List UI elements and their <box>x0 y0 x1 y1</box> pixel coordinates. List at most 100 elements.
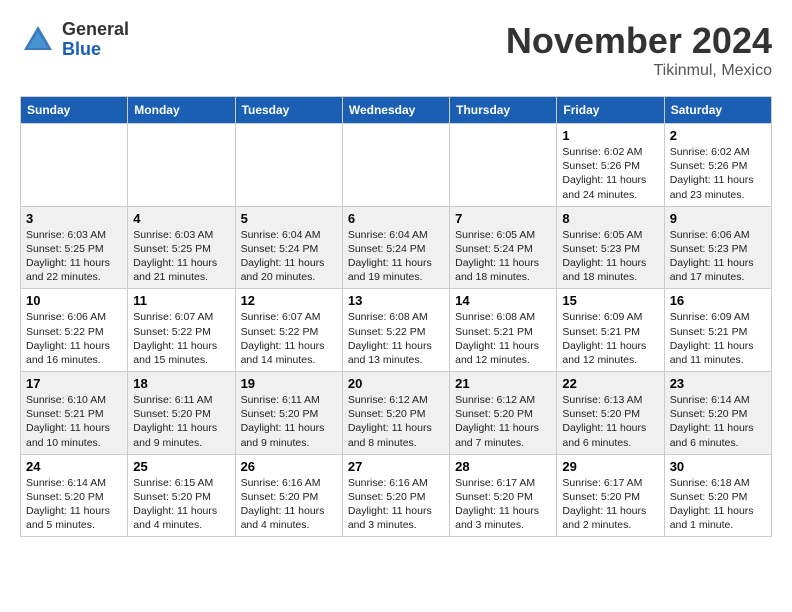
day-number: 3 <box>26 211 122 226</box>
day-number: 30 <box>670 459 766 474</box>
calendar-day-cell: 10 Sunrise: 6:06 AM Sunset: 5:22 PM Dayli… <box>21 289 128 372</box>
day-info: Sunrise: 6:10 AM Sunset: 5:21 PM Dayligh… <box>26 393 122 450</box>
day-info: Sunrise: 6:02 AM Sunset: 5:26 PM Dayligh… <box>670 145 766 202</box>
day-number: 10 <box>26 293 122 308</box>
day-info: Sunrise: 6:02 AM Sunset: 5:26 PM Dayligh… <box>562 145 658 202</box>
day-number: 23 <box>670 376 766 391</box>
weekday-header: Sunday <box>21 97 128 124</box>
day-number: 5 <box>241 211 337 226</box>
day-number: 22 <box>562 376 658 391</box>
day-number: 9 <box>670 211 766 226</box>
day-number: 6 <box>348 211 444 226</box>
day-info: Sunrise: 6:16 AM Sunset: 5:20 PM Dayligh… <box>348 476 444 533</box>
calendar-day-cell: 7 Sunrise: 6:05 AM Sunset: 5:24 PM Daylig… <box>450 206 557 289</box>
day-info: Sunrise: 6:18 AM Sunset: 5:20 PM Dayligh… <box>670 476 766 533</box>
day-info: Sunrise: 6:03 AM Sunset: 5:25 PM Dayligh… <box>133 228 229 285</box>
logo-general: General <box>62 20 129 40</box>
calendar-table: SundayMondayTuesdayWednesdayThursdayFrid… <box>20 96 772 537</box>
day-number: 7 <box>455 211 551 226</box>
day-info: Sunrise: 6:11 AM Sunset: 5:20 PM Dayligh… <box>133 393 229 450</box>
calendar-day-cell <box>235 124 342 207</box>
calendar-day-cell: 13 Sunrise: 6:08 AM Sunset: 5:22 PM Dayli… <box>342 289 449 372</box>
calendar-day-cell: 22Sunrise: 6:13 AM Sunset: 5:20 PM Dayli… <box>557 372 664 455</box>
calendar-day-cell: 12Sunrise: 6:07 AM Sunset: 5:22 PM Dayli… <box>235 289 342 372</box>
day-info: Sunrise: 6:12 AM Sunset: 5:20 PM Dayligh… <box>455 393 551 450</box>
weekday-header: Thursday <box>450 97 557 124</box>
day-number: 16 <box>670 293 766 308</box>
day-number: 21 <box>455 376 551 391</box>
day-number: 2 <box>670 128 766 143</box>
calendar-week-row: 1 Sunrise: 6:02 AM Sunset: 5:26 PM Daylig… <box>21 124 772 207</box>
day-info: Sunrise: 6:17 AM Sunset: 5:20 PM Dayligh… <box>562 476 658 533</box>
calendar-day-cell: 9 Sunrise: 6:06 AM Sunset: 5:23 PM Daylig… <box>664 206 771 289</box>
day-number: 13 <box>348 293 444 308</box>
day-info: Sunrise: 6:12 AM Sunset: 5:20 PM Dayligh… <box>348 393 444 450</box>
calendar-day-cell <box>128 124 235 207</box>
calendar-day-cell <box>450 124 557 207</box>
weekday-header: Tuesday <box>235 97 342 124</box>
logo-text: General Blue <box>62 20 129 60</box>
calendar-day-cell: 24Sunrise: 6:14 AM Sunset: 5:20 PM Dayli… <box>21 454 128 537</box>
weekday-header: Wednesday <box>342 97 449 124</box>
day-info: Sunrise: 6:16 AM Sunset: 5:20 PM Dayligh… <box>241 476 337 533</box>
calendar-day-cell: 23 Sunrise: 6:14 AM Sunset: 5:20 PM Dayli… <box>664 372 771 455</box>
calendar-day-cell <box>342 124 449 207</box>
calendar-day-cell: 8 Sunrise: 6:05 AM Sunset: 5:23 PM Daylig… <box>557 206 664 289</box>
day-number: 14 <box>455 293 551 308</box>
calendar-day-cell: 20 Sunrise: 6:12 AM Sunset: 5:20 PM Dayli… <box>342 372 449 455</box>
day-number: 1 <box>562 128 658 143</box>
calendar-day-cell: 29 Sunrise: 6:17 AM Sunset: 5:20 PM Dayli… <box>557 454 664 537</box>
day-info: Sunrise: 6:14 AM Sunset: 5:20 PM Dayligh… <box>26 476 122 533</box>
calendar-day-cell: 25Sunrise: 6:15 AM Sunset: 5:20 PM Dayli… <box>128 454 235 537</box>
calendar-week-row: 24Sunrise: 6:14 AM Sunset: 5:20 PM Dayli… <box>21 454 772 537</box>
day-info: Sunrise: 6:07 AM Sunset: 5:22 PM Dayligh… <box>241 310 337 367</box>
day-info: Sunrise: 6:08 AM Sunset: 5:21 PM Dayligh… <box>455 310 551 367</box>
calendar-day-cell: 18 Sunrise: 6:11 AM Sunset: 5:20 PM Dayli… <box>128 372 235 455</box>
logo-icon <box>20 22 56 58</box>
calendar-week-row: 10 Sunrise: 6:06 AM Sunset: 5:22 PM Dayli… <box>21 289 772 372</box>
day-number: 27 <box>348 459 444 474</box>
calendar-title: November 2024 <box>506 20 772 62</box>
day-number: 26 <box>241 459 337 474</box>
day-number: 20 <box>348 376 444 391</box>
day-info: Sunrise: 6:06 AM Sunset: 5:23 PM Dayligh… <box>670 228 766 285</box>
calendar-day-cell: 30 Sunrise: 6:18 AM Sunset: 5:20 PM Dayli… <box>664 454 771 537</box>
day-number: 19 <box>241 376 337 391</box>
day-number: 28 <box>455 459 551 474</box>
day-number: 8 <box>562 211 658 226</box>
day-info: Sunrise: 6:04 AM Sunset: 5:24 PM Dayligh… <box>348 228 444 285</box>
calendar-day-cell: 5 Sunrise: 6:04 AM Sunset: 5:24 PM Daylig… <box>235 206 342 289</box>
day-number: 29 <box>562 459 658 474</box>
calendar-day-cell <box>21 124 128 207</box>
day-info: Sunrise: 6:17 AM Sunset: 5:20 PM Dayligh… <box>455 476 551 533</box>
day-number: 25 <box>133 459 229 474</box>
day-info: Sunrise: 6:07 AM Sunset: 5:22 PM Dayligh… <box>133 310 229 367</box>
day-info: Sunrise: 6:06 AM Sunset: 5:22 PM Dayligh… <box>26 310 122 367</box>
calendar-day-cell: 16Sunrise: 6:09 AM Sunset: 5:21 PM Dayli… <box>664 289 771 372</box>
day-info: Sunrise: 6:03 AM Sunset: 5:25 PM Dayligh… <box>26 228 122 285</box>
page-header: General Blue November 2024 Tikinmul, Mex… <box>20 20 772 80</box>
calendar-week-row: 17Sunrise: 6:10 AM Sunset: 5:21 PM Dayli… <box>21 372 772 455</box>
day-info: Sunrise: 6:05 AM Sunset: 5:24 PM Dayligh… <box>455 228 551 285</box>
weekday-header: Saturday <box>664 97 771 124</box>
day-info: Sunrise: 6:05 AM Sunset: 5:23 PM Dayligh… <box>562 228 658 285</box>
calendar-day-cell: 26 Sunrise: 6:16 AM Sunset: 5:20 PM Dayli… <box>235 454 342 537</box>
day-info: Sunrise: 6:14 AM Sunset: 5:20 PM Dayligh… <box>670 393 766 450</box>
calendar-day-cell: 19Sunrise: 6:11 AM Sunset: 5:20 PM Dayli… <box>235 372 342 455</box>
title-block: November 2024 Tikinmul, Mexico <box>506 20 772 80</box>
day-info: Sunrise: 6:04 AM Sunset: 5:24 PM Dayligh… <box>241 228 337 285</box>
calendar-day-cell: 11 Sunrise: 6:07 AM Sunset: 5:22 PM Dayli… <box>128 289 235 372</box>
calendar-day-cell: 28 Sunrise: 6:17 AM Sunset: 5:20 PM Dayli… <box>450 454 557 537</box>
weekday-header: Friday <box>557 97 664 124</box>
day-number: 11 <box>133 293 229 308</box>
day-number: 18 <box>133 376 229 391</box>
day-number: 4 <box>133 211 229 226</box>
calendar-day-cell: 14 Sunrise: 6:08 AM Sunset: 5:21 PM Dayli… <box>450 289 557 372</box>
calendar-day-cell: 21 Sunrise: 6:12 AM Sunset: 5:20 PM Dayli… <box>450 372 557 455</box>
day-info: Sunrise: 6:08 AM Sunset: 5:22 PM Dayligh… <box>348 310 444 367</box>
calendar-day-cell: 27 Sunrise: 6:16 AM Sunset: 5:20 PM Dayli… <box>342 454 449 537</box>
calendar-day-cell: 1 Sunrise: 6:02 AM Sunset: 5:26 PM Daylig… <box>557 124 664 207</box>
calendar-day-cell: 15Sunrise: 6:09 AM Sunset: 5:21 PM Dayli… <box>557 289 664 372</box>
calendar-week-row: 3 Sunrise: 6:03 AM Sunset: 5:25 PM Daylig… <box>21 206 772 289</box>
calendar-subtitle: Tikinmul, Mexico <box>506 62 772 80</box>
